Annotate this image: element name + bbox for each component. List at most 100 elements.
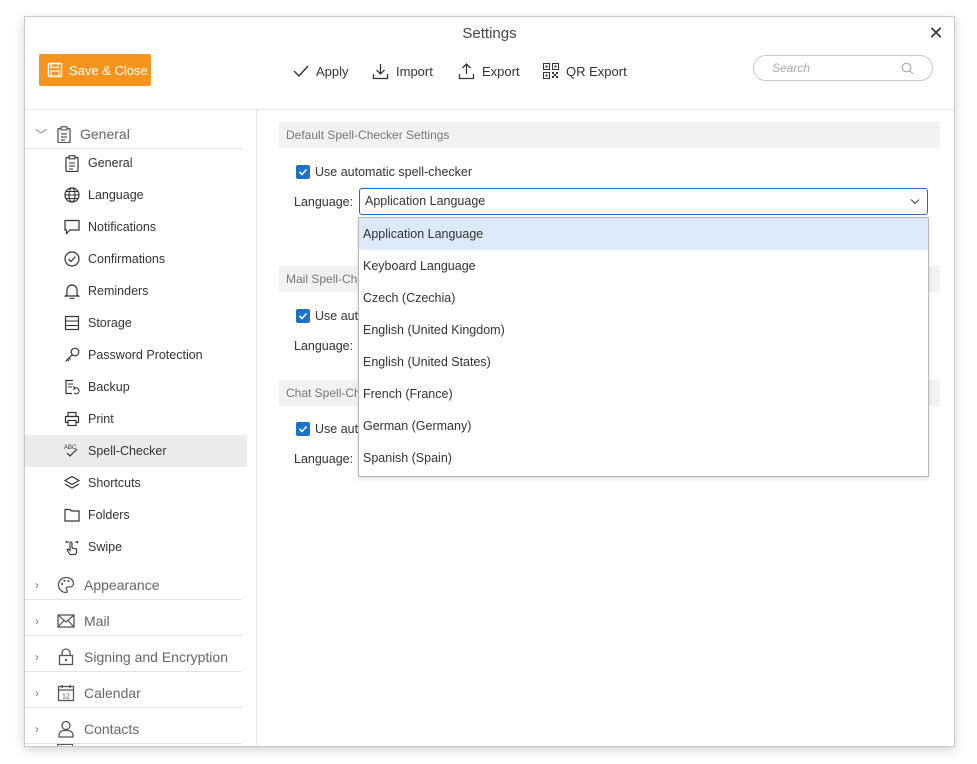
- nav-password-protection[interactable]: Password Protection: [25, 339, 247, 371]
- globe-icon: [64, 187, 80, 203]
- group-signing-encryption[interactable]: › Signing and Encryption: [25, 643, 242, 672]
- default-language-value: Application Language: [365, 194, 486, 208]
- nav-reminders[interactable]: Reminders: [25, 275, 247, 307]
- nav-shortcuts[interactable]: Shortcuts: [25, 467, 247, 499]
- qr-code-icon: [543, 63, 559, 79]
- language-option[interactable]: German (Germany): [359, 410, 928, 442]
- spell-check-icon: ABC: [64, 445, 78, 457]
- nav-label: Shortcuts: [88, 476, 141, 490]
- save-close-button[interactable]: Save & Close: [39, 54, 151, 86]
- group-mail[interactable]: › Mail: [25, 607, 242, 636]
- nav-spell-checker[interactable]: ABC Spell-Checker: [25, 435, 247, 467]
- chevron-right-icon: ›: [35, 686, 39, 700]
- nav-print[interactable]: Print: [25, 403, 247, 435]
- group-label: Contacts: [84, 721, 140, 737]
- nav-label: Password Protection: [88, 348, 203, 362]
- nav-notifications[interactable]: Notifications: [25, 211, 247, 243]
- chat-language-label: Language:: [294, 452, 354, 466]
- language-option[interactable]: Keyboard Language: [359, 250, 928, 282]
- chevron-down-icon: [910, 199, 920, 205]
- chat-auto-check-row[interactable]: Use autc: [296, 421, 364, 437]
- language-option[interactable]: English (United Kingdom): [359, 314, 928, 346]
- save-icon: [47, 62, 63, 78]
- export-label: Export: [482, 63, 520, 79]
- qr-export-button[interactable]: QR Export: [543, 61, 627, 81]
- clipboard-icon: [65, 154, 79, 172]
- sidebar: ﹀ General General Language Notifications…: [25, 110, 257, 746]
- checkmark-icon: [298, 425, 308, 433]
- backup-icon: [65, 379, 80, 395]
- apply-button[interactable]: Apply: [293, 61, 349, 81]
- settings-window: Settings ✕ Save & Close Apply Import Exp…: [24, 16, 955, 747]
- group-label: Calendar: [84, 685, 141, 701]
- group-contacts[interactable]: › Contacts: [25, 715, 242, 744]
- save-close-label: Save & Close: [69, 62, 148, 78]
- nav-label: Storage: [88, 316, 132, 330]
- partial-tasks-icon: [57, 744, 73, 746]
- default-language-select[interactable]: Application Language: [359, 188, 928, 215]
- group-label: Appearance: [84, 577, 160, 593]
- group-appearance[interactable]: › Appearance: [25, 571, 242, 600]
- language-option[interactable]: Application Language: [359, 218, 928, 250]
- chat-auto-checkbox[interactable]: [296, 422, 310, 436]
- nav-confirmations[interactable]: Confirmations: [25, 243, 247, 275]
- nav-label: Backup: [88, 380, 130, 394]
- default-auto-label: Use automatic spell-checker: [315, 165, 473, 179]
- nav-label: General: [88, 156, 133, 170]
- folder-icon: [64, 508, 80, 522]
- nav-language[interactable]: Language: [25, 179, 247, 211]
- nav-label: Spell-Checker: [88, 444, 167, 458]
- group-general-label: General: [80, 126, 130, 142]
- close-button[interactable]: ✕: [926, 23, 946, 43]
- printer-icon: [64, 411, 80, 427]
- palette-icon: [57, 576, 75, 594]
- nav-label: Swipe: [88, 540, 123, 554]
- checkmark-icon: [298, 312, 308, 320]
- import-icon: [372, 63, 389, 79]
- language-dropdown-list: Application Language Keyboard Language C…: [358, 217, 929, 477]
- nav-general[interactable]: General: [25, 147, 247, 179]
- lock-icon: [58, 648, 74, 666]
- language-option[interactable]: Spanish (Spain): [359, 442, 928, 474]
- language-option[interactable]: Czech (Czechia): [359, 282, 928, 314]
- swipe-hand-icon: [65, 540, 79, 555]
- apply-label: Apply: [316, 63, 349, 79]
- search-box[interactable]: [753, 55, 933, 81]
- group-general[interactable]: ﹀ General: [25, 120, 242, 149]
- language-option[interactable]: French (France): [359, 378, 928, 410]
- chat-auto-label: Use autc: [315, 422, 365, 436]
- language-option[interactable]: English (United States): [359, 346, 928, 378]
- default-auto-check-row[interactable]: Use automatic spell-checker: [296, 164, 472, 180]
- chevron-down-icon: ﹀: [35, 127, 48, 142]
- nav-folders[interactable]: Folders: [25, 499, 247, 531]
- export-icon: [458, 62, 475, 79]
- svg-text:12: 12: [62, 694, 70, 701]
- bell-icon: [64, 284, 80, 299]
- mail-auto-checkbox[interactable]: [296, 309, 310, 323]
- nav-label: Notifications: [88, 220, 157, 234]
- nav-storage[interactable]: Storage: [25, 307, 247, 339]
- nav-swipe[interactable]: Swipe: [25, 531, 247, 563]
- check-circle-icon: [64, 251, 80, 267]
- layers-icon: [64, 475, 80, 489]
- nav-backup[interactable]: Backup: [25, 371, 247, 403]
- group-label: Mail: [84, 613, 110, 629]
- mail-auto-check-row[interactable]: Use autc: [296, 308, 364, 324]
- section-default-header: Default Spell-Checker Settings: [279, 122, 940, 148]
- checkmark-icon: [293, 65, 309, 78]
- chevron-right-icon: ›: [35, 722, 39, 736]
- chevron-right-icon: ›: [35, 614, 39, 628]
- mail-icon: [57, 614, 75, 628]
- search-input[interactable]: [770, 60, 904, 76]
- nav-label: Folders: [88, 508, 130, 522]
- default-auto-checkbox[interactable]: [296, 165, 310, 179]
- chat-bubble-icon: [64, 219, 80, 235]
- import-label: Import: [396, 63, 433, 79]
- group-calendar[interactable]: › 12 Calendar: [25, 679, 242, 708]
- search-icon: [901, 62, 914, 75]
- export-button[interactable]: Export: [458, 61, 520, 81]
- nav-label: Confirmations: [88, 252, 166, 266]
- import-button[interactable]: Import: [372, 61, 433, 81]
- mail-auto-label: Use autc: [315, 309, 365, 323]
- storage-icon: [64, 315, 80, 331]
